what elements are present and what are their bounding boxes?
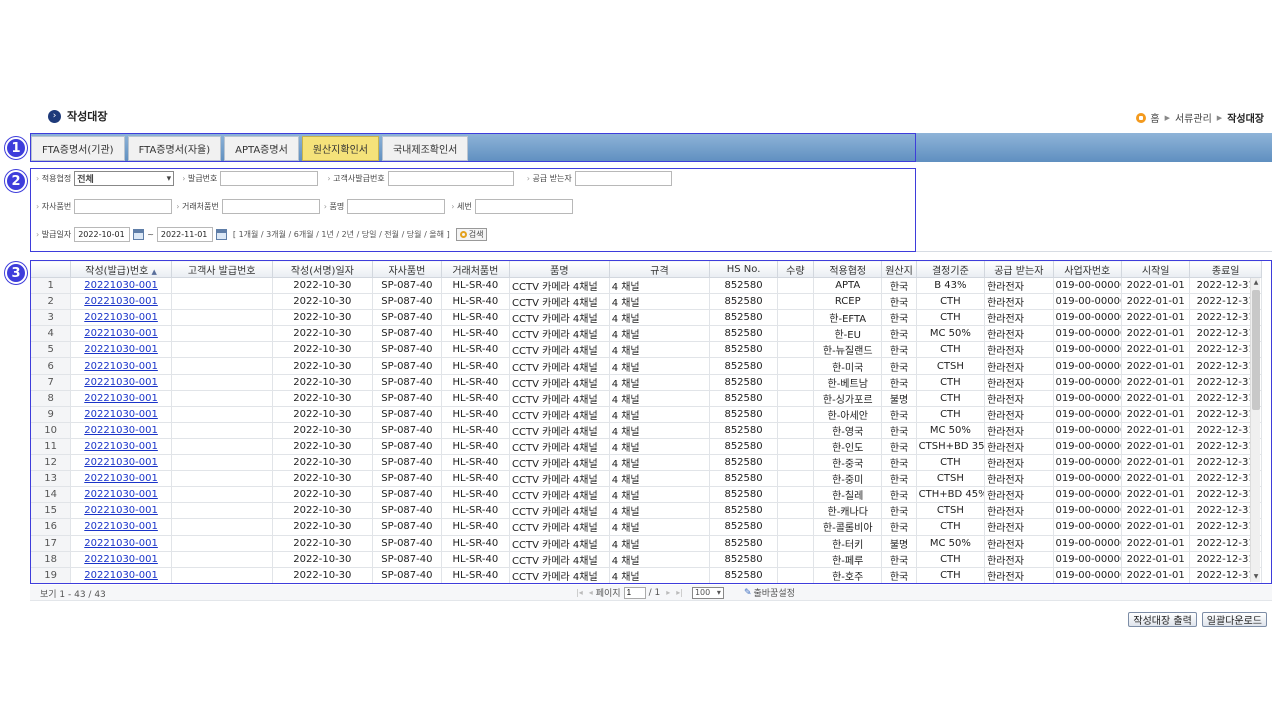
pager-controls: |◂ ◂ 페이지 / 1 ▸ ▸| 100 ▾ ✎ 출바꿈설정	[573, 586, 795, 599]
print-register-button[interactable]: 작성대장 출력	[1128, 612, 1197, 627]
page-size-value: 100	[694, 587, 711, 597]
grid-pager: 보기 1 - 43 / 43 |◂ ◂ 페이지 / 1 ▸ ▸| 100 ▾ ✎…	[30, 585, 1272, 601]
breadcrumb-separator-icon: ▶	[1216, 113, 1223, 122]
title-wrap: › 작성대장	[48, 108, 107, 124]
annotation-zone-search	[30, 168, 916, 252]
page-label: 페이지	[595, 589, 621, 599]
bulk-download-button[interactable]: 일괄다운로드	[1201, 612, 1267, 627]
page-title: 작성대장	[67, 110, 108, 123]
first-page-icon[interactable]: |◂	[576, 588, 583, 597]
breadcrumb-current: 작성대장	[1227, 114, 1264, 125]
last-page-icon[interactable]: ▸|	[676, 588, 683, 597]
breadcrumb-doc-management[interactable]: 서류관리	[1175, 110, 1212, 125]
wrench-icon: ✎	[743, 587, 752, 598]
annotation-zone-tabs	[30, 133, 916, 162]
page-header: › 작성대장 홈 ▶ 서류관리 ▶ 작성대장	[48, 108, 1264, 126]
page-input[interactable]	[623, 586, 646, 599]
page-total: / 1	[648, 587, 661, 598]
record-count: 보기 1 - 43 / 43	[40, 590, 106, 600]
annotation-marker-3: 3	[5, 262, 27, 284]
line-wrap-settings-label: 출바꿈설정	[753, 589, 795, 599]
home-icon[interactable]	[1136, 112, 1147, 123]
page-size-select[interactable]: 100 ▾	[691, 586, 724, 599]
annotation-zone-grid	[30, 260, 1272, 584]
chevron-right-icon: ›	[48, 109, 61, 123]
line-wrap-settings[interactable]: ✎ 출바꿈설정	[743, 586, 795, 600]
chevron-down-icon: ▾	[716, 587, 721, 597]
action-buttons: 작성대장 출력 일괄다운로드	[1123, 612, 1267, 627]
breadcrumb-separator-icon: ▶	[1164, 113, 1170, 122]
breadcrumb-home[interactable]: 홈	[1150, 110, 1159, 125]
breadcrumb: 홈 ▶ 서류관리 ▶ 작성대장	[1136, 110, 1264, 125]
prev-page-icon[interactable]: ◂	[589, 588, 593, 597]
annotation-marker-2: 2	[5, 170, 27, 192]
search-divider	[916, 251, 1272, 252]
annotation-marker-1: 1	[5, 137, 27, 159]
next-page-icon[interactable]: ▸	[666, 588, 670, 597]
